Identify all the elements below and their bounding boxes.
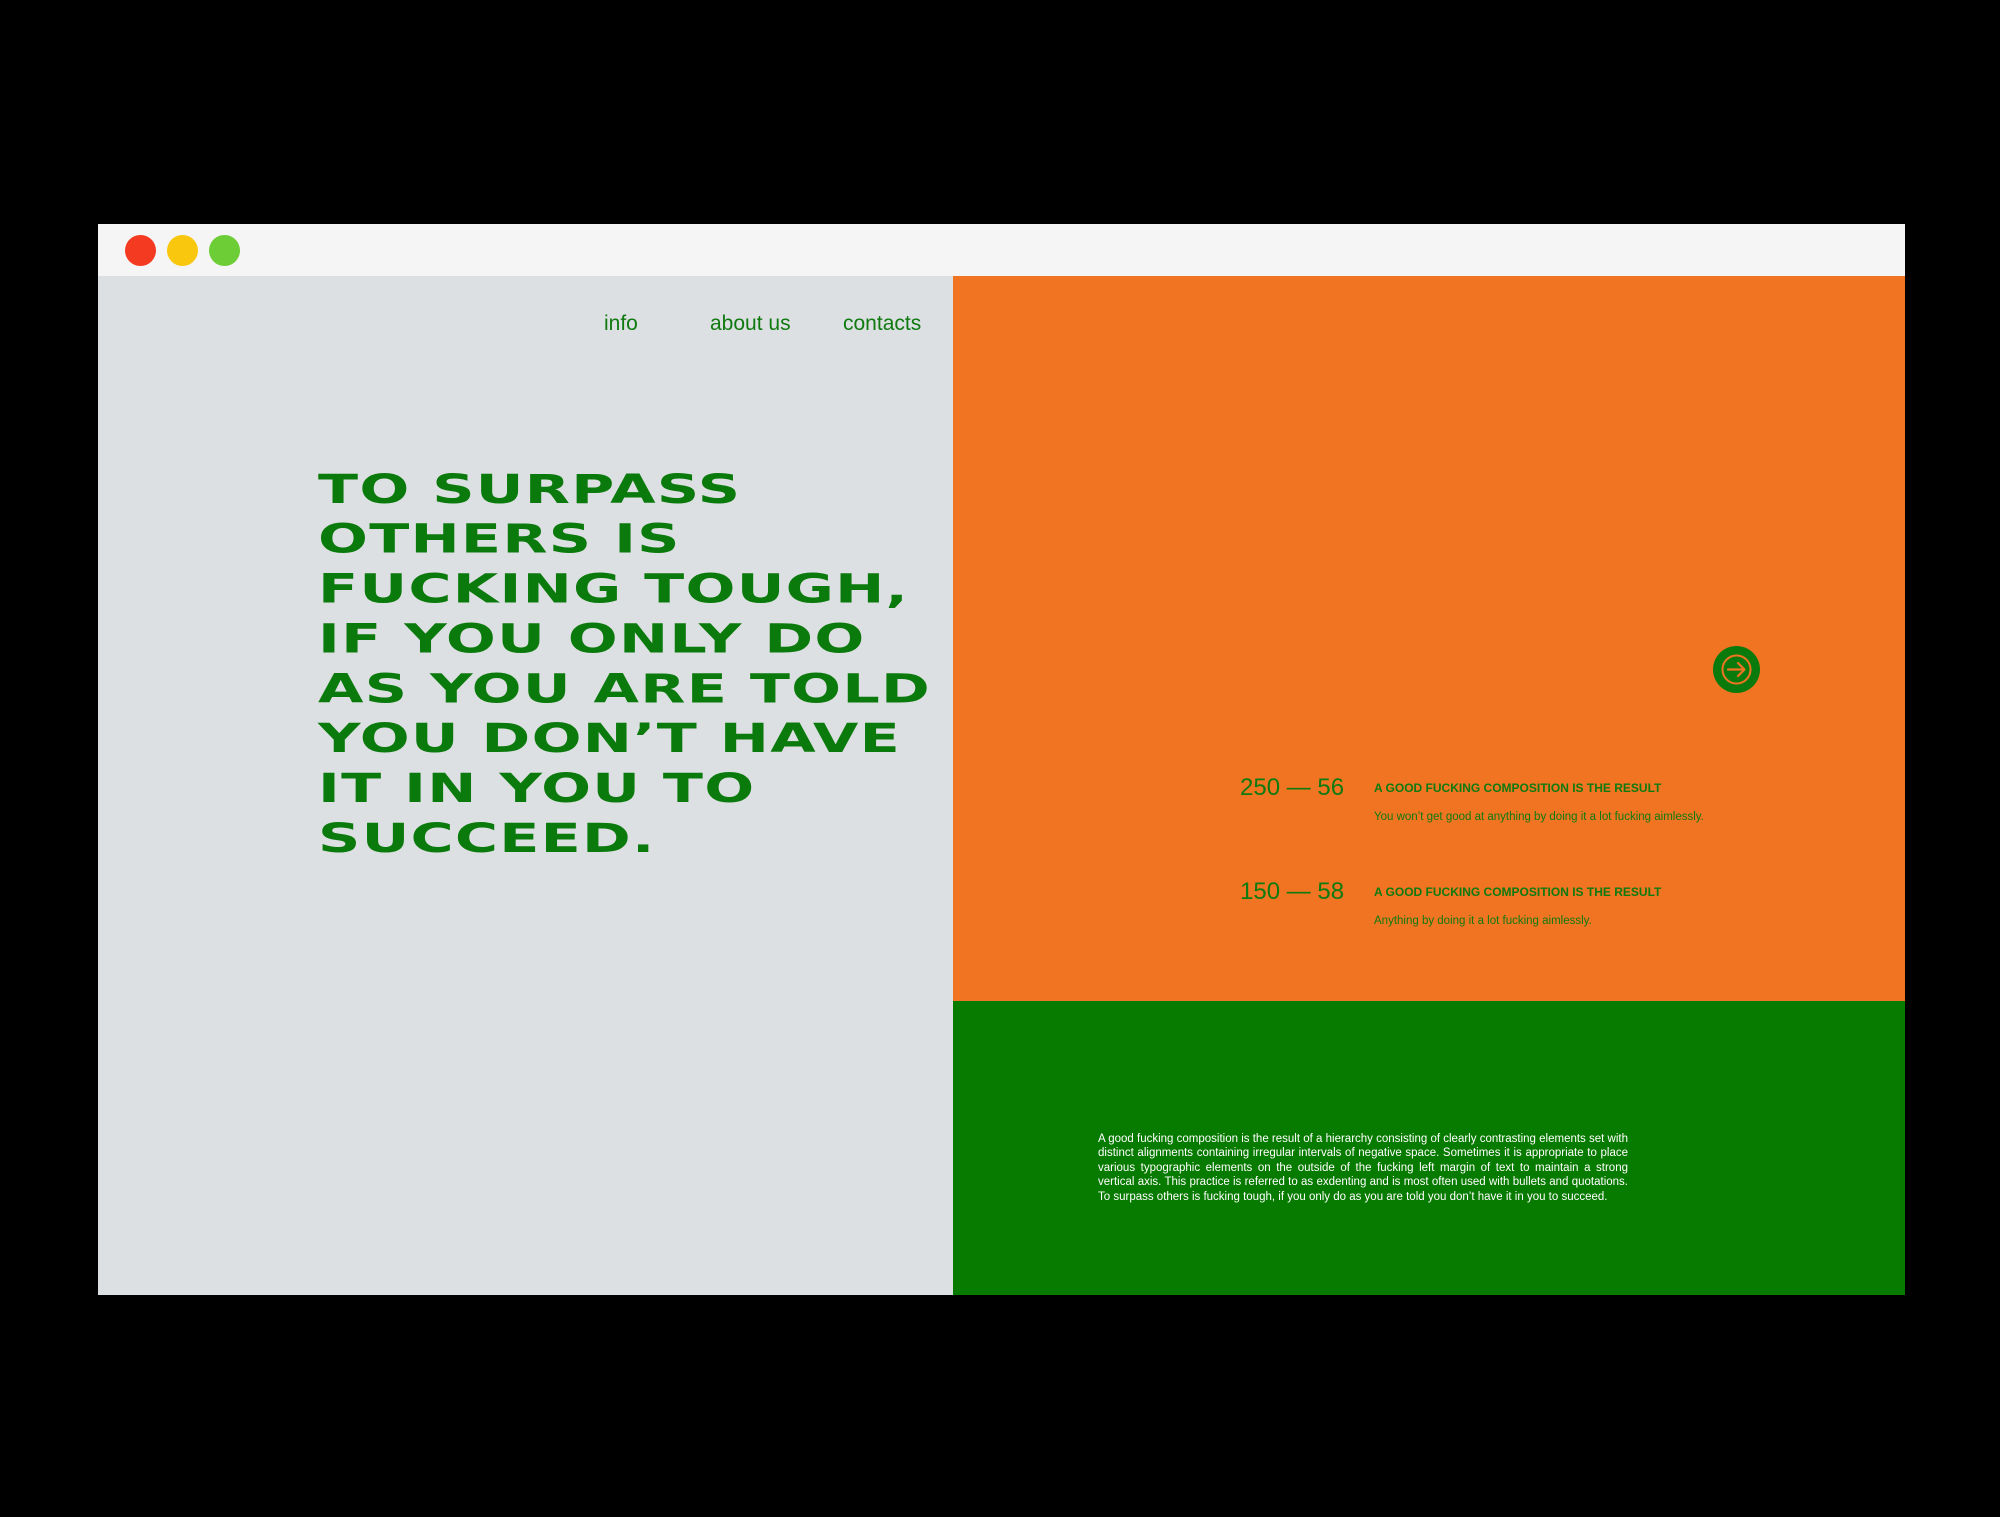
stat-title: A GOOD FUCKING COMPOSITION IS THE RESULT bbox=[1374, 885, 1662, 899]
nav-link-about-us[interactable]: about us bbox=[710, 312, 791, 336]
stat-number: 150 — 58 bbox=[1240, 878, 1345, 905]
hero-panel: info about us contacts TO SURPASS OTHERS… bbox=[98, 276, 953, 1295]
arrow-right-icon bbox=[1721, 654, 1752, 685]
next-arrow-button[interactable] bbox=[1713, 646, 1760, 693]
nav-link-info[interactable]: info bbox=[604, 312, 638, 336]
browser-window: info about us contacts TO SURPASS OTHERS… bbox=[98, 224, 1905, 1295]
stat-description: Anything by doing it a lot fucking aimle… bbox=[1374, 915, 1592, 927]
orange-panel: 250 — 56 A GOOD FUCKING COMPOSITION IS T… bbox=[953, 276, 1905, 1001]
stat-number: 250 — 56 bbox=[1240, 774, 1345, 801]
minimize-window-button[interactable] bbox=[167, 235, 198, 266]
stat-description: You won’t get good at anything by doing … bbox=[1374, 811, 1704, 823]
nav-link-contacts[interactable]: contacts bbox=[843, 312, 921, 336]
body-paragraph: A good fucking composition is the result… bbox=[1098, 1132, 1628, 1203]
green-panel: A good fucking composition is the result… bbox=[953, 1001, 1905, 1295]
close-window-button[interactable] bbox=[125, 235, 156, 266]
stat-title: A GOOD FUCKING COMPOSITION IS THE RESULT bbox=[1374, 781, 1662, 795]
stat-item: 150 — 58 A GOOD FUCKING COMPOSITION IS T… bbox=[1240, 878, 1800, 938]
stat-item: 250 — 56 A GOOD FUCKING COMPOSITION IS T… bbox=[1240, 774, 1800, 834]
window-titlebar bbox=[98, 224, 1905, 276]
maximize-window-button[interactable] bbox=[209, 235, 240, 266]
